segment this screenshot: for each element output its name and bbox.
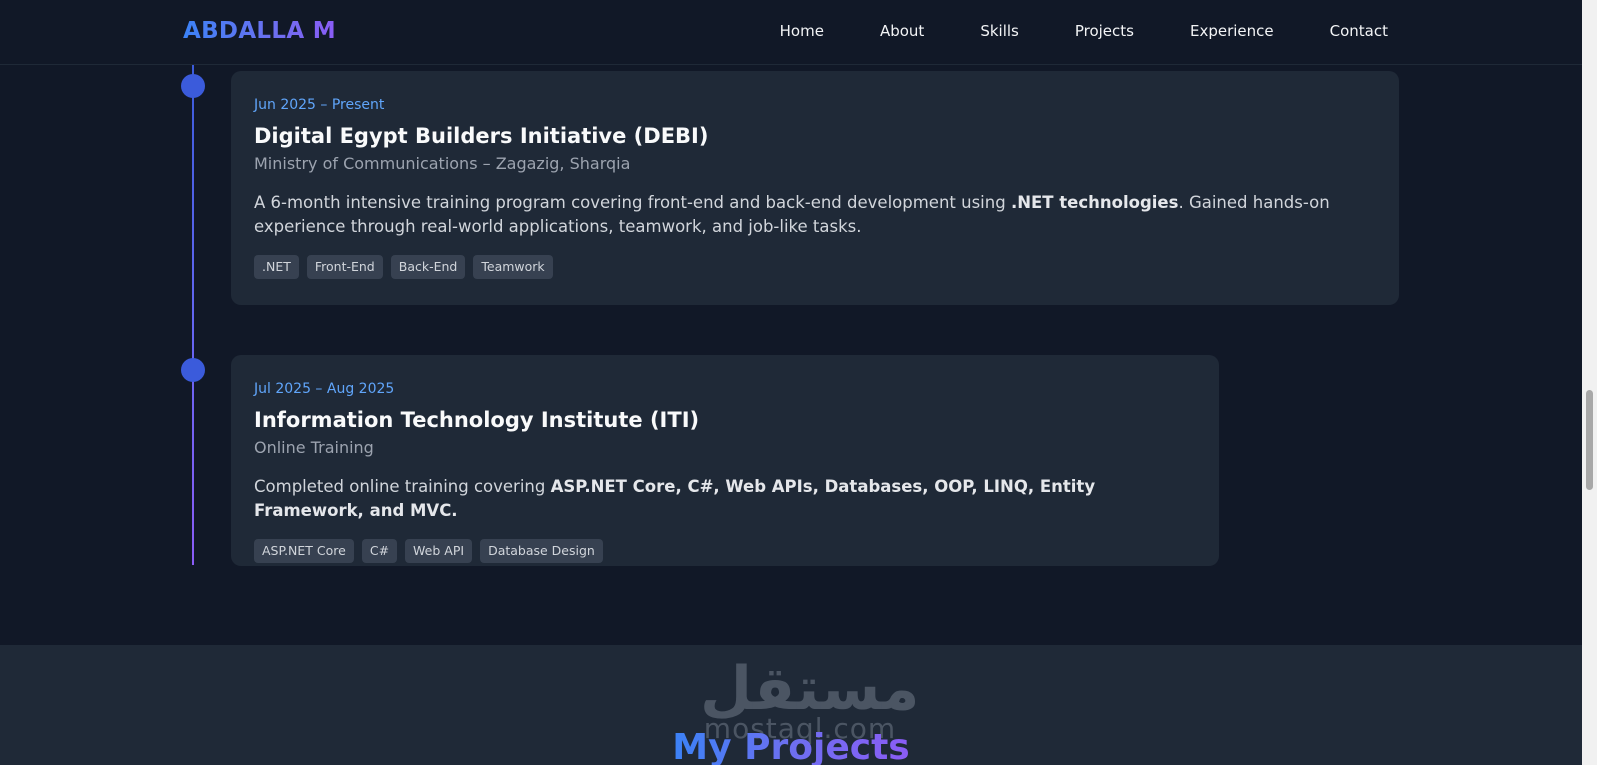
nav-link-home[interactable]: Home bbox=[780, 22, 824, 40]
projects-section: مستقل mostaql.com My Projects bbox=[0, 645, 1582, 765]
experience-description: Completed online training covering ASP.N… bbox=[254, 477, 1096, 521]
tag: .NET bbox=[254, 255, 299, 280]
experience-title: Digital Egypt Builders Initiative (DEBI) bbox=[254, 124, 709, 148]
experience-card-iti: Jul 2025 – Aug 2025 Information Technolo… bbox=[231, 355, 1219, 566]
tag: Database Design bbox=[480, 539, 603, 564]
tag-list: .NET Front-End Back-End Teamwork bbox=[254, 255, 1376, 280]
nav-link-projects[interactable]: Projects bbox=[1075, 22, 1134, 40]
tag: Front-End bbox=[306, 255, 383, 280]
experience-date: Jul 2025 – Aug 2025 bbox=[254, 381, 395, 397]
experience-date: Jun 2025 – Present bbox=[254, 97, 385, 113]
tag: Web API bbox=[405, 539, 473, 564]
tag: Teamwork bbox=[473, 255, 553, 280]
experience-subtitle: Online Training bbox=[254, 438, 374, 458]
tag: ASP.NET Core bbox=[254, 539, 354, 564]
site-logo[interactable]: ABDALLA M bbox=[183, 18, 336, 44]
experience-subtitle: Ministry of Communications – Zagazig, Sh… bbox=[254, 154, 631, 174]
tag: C# bbox=[361, 539, 398, 564]
projects-heading: My Projects bbox=[0, 727, 1582, 765]
timeline-dot bbox=[181, 74, 205, 98]
tag-list: ASP.NET Core C# Web API Database Design bbox=[254, 539, 1196, 564]
experience-description: A 6-month intensive training program cov… bbox=[254, 193, 1330, 237]
nav-link-skills[interactable]: Skills bbox=[980, 22, 1019, 40]
page-scrollbar[interactable] bbox=[1582, 0, 1597, 765]
nav-link-experience[interactable]: Experience bbox=[1190, 22, 1274, 40]
nav-links: Home About Skills Projects Experience Co… bbox=[780, 22, 1388, 40]
scrollbar-thumb[interactable] bbox=[1586, 390, 1593, 490]
nav-link-about[interactable]: About bbox=[880, 22, 924, 40]
navbar: ABDALLA M Home About Skills Projects Exp… bbox=[0, 0, 1582, 65]
experience-card-debi: Jun 2025 – Present Digital Egypt Builder… bbox=[231, 71, 1399, 305]
timeline-dot bbox=[181, 358, 205, 382]
timeline-line bbox=[192, 65, 194, 565]
nav-link-contact[interactable]: Contact bbox=[1330, 22, 1388, 40]
experience-title: Information Technology Institute (ITI) bbox=[254, 408, 700, 432]
tag: Back-End bbox=[390, 255, 466, 280]
